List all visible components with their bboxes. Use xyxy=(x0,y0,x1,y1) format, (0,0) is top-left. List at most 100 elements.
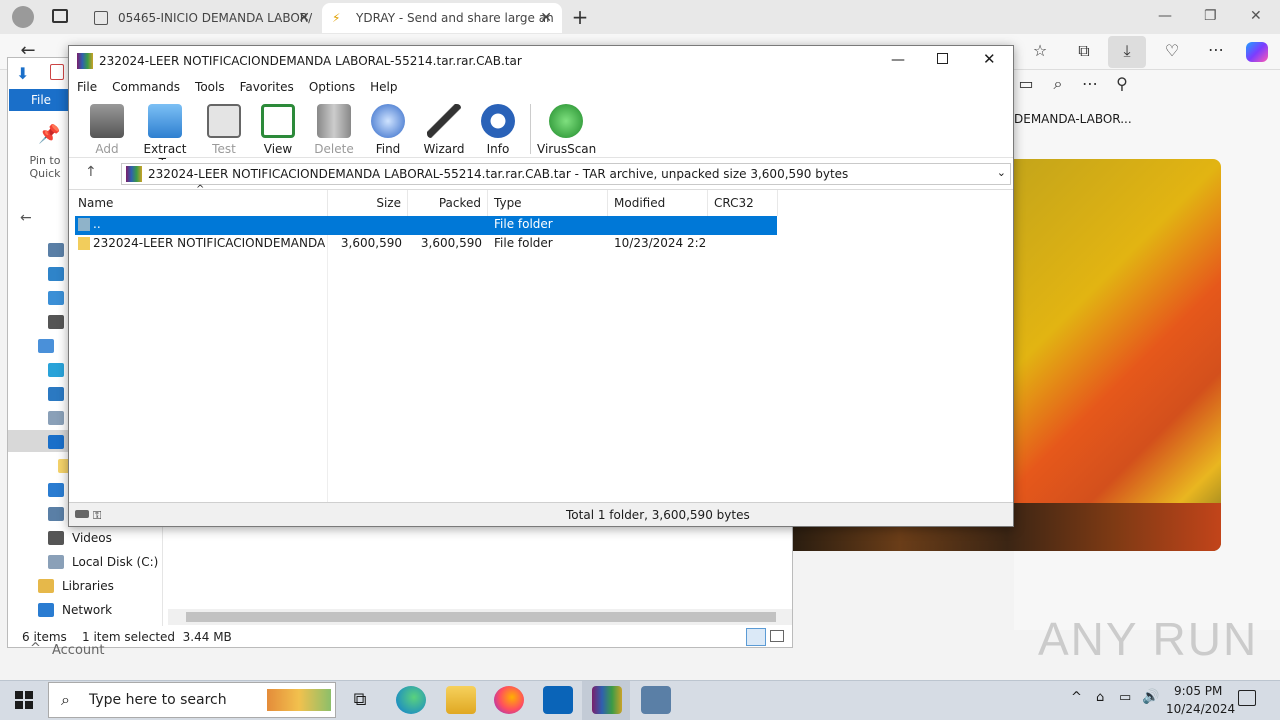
close-tab-icon[interactable]: ✕ xyxy=(540,10,552,26)
col-type[interactable]: Type xyxy=(488,190,608,216)
nav-icon-row xyxy=(38,336,62,356)
col-packed[interactable]: Packed xyxy=(408,190,488,216)
test-button[interactable]: Test xyxy=(196,102,252,156)
menu-file[interactable]: File xyxy=(77,80,97,94)
add-button[interactable]: Add xyxy=(79,102,135,156)
libraries-icon xyxy=(38,579,54,593)
view-book-icon xyxy=(261,104,295,138)
task-view-icon[interactable]: ⧉ xyxy=(345,686,375,714)
horizontal-scrollbar[interactable] xyxy=(168,609,792,625)
account-label[interactable]: Account xyxy=(52,643,105,658)
tray-volume-icon[interactable]: 🔊 xyxy=(1142,689,1159,705)
firefox-icon[interactable] xyxy=(494,686,524,714)
tab-inicio-demanda[interactable]: 05465-INICIO DEMANDA LABOR/ ✕ xyxy=(84,3,320,33)
close-tab-icon[interactable]: ✕ xyxy=(298,10,310,26)
pin-quick-access-label[interactable]: Pin to Quick access xyxy=(16,154,74,182)
notifications-icon[interactable] xyxy=(1238,690,1256,706)
close-window-icon[interactable]: ✕ xyxy=(1250,8,1262,24)
row-name: .. xyxy=(93,217,101,231)
restore-icon[interactable]: ❐ xyxy=(1204,8,1217,24)
virusscan-button[interactable]: VirusScan xyxy=(537,102,597,156)
winrar-toolbar: Add Extract To Test View Delete Find Wiz… xyxy=(69,98,1013,170)
col-size[interactable]: Size xyxy=(328,190,408,216)
explorer-quick-icon[interactable]: ⬇ xyxy=(16,64,29,83)
wizard-button[interactable]: Wizard xyxy=(416,102,472,156)
menu-tools[interactable]: Tools xyxy=(195,80,225,94)
name-column-bg xyxy=(327,216,328,502)
col-crc32[interactable]: CRC32 xyxy=(708,190,778,216)
pin-quick-access-icon[interactable]: 📌 xyxy=(38,124,60,145)
browser-essentials-icon[interactable]: ♡ xyxy=(1160,41,1184,60)
minimize-icon[interactable]: — xyxy=(891,52,905,68)
nav-item-libraries[interactable]: Libraries xyxy=(38,576,114,596)
collections-icon[interactable]: ⧉ xyxy=(1072,41,1096,61)
menu-commands[interactable]: Commands xyxy=(112,80,180,94)
remote-desktop-icon[interactable] xyxy=(641,686,671,714)
nav-item-videos[interactable]: Videos xyxy=(48,528,112,548)
file-explorer-icon[interactable] xyxy=(446,686,476,714)
add-archive-icon xyxy=(90,104,124,138)
menu-options[interactable]: Options xyxy=(309,80,355,94)
nav-label: Local Disk (C:) xyxy=(72,555,159,569)
close-icon[interactable]: ✕ xyxy=(983,50,996,68)
tool-label: VirusScan xyxy=(537,142,597,156)
delete-button[interactable]: Delete xyxy=(306,102,362,156)
more-options-icon[interactable]: ⋯ xyxy=(1078,74,1102,93)
start-icon[interactable] xyxy=(15,691,33,709)
details-view-icon[interactable] xyxy=(746,628,766,646)
tray-network-icon[interactable]: ⌂ xyxy=(1096,690,1104,705)
winrar-taskbar-icon[interactable] xyxy=(592,686,622,714)
tray-display-icon[interactable]: ▭ xyxy=(1119,690,1131,705)
tray-chevron-icon[interactable]: ^ xyxy=(1071,690,1082,705)
col-modified[interactable]: Modified xyxy=(608,190,708,216)
browser-tabbar: 05465-INICIO DEMANDA LABOR/ ✕ ⚡ YDRAY - … xyxy=(0,0,1280,34)
pin-icon[interactable]: ⚲ xyxy=(1110,74,1134,93)
table-row[interactable]: 232024-LEER NOTIFICACIONDEMANDA L... 3,6… xyxy=(75,235,777,254)
table-row[interactable]: .. File folder xyxy=(75,216,777,235)
tab-actions-icon[interactable] xyxy=(52,9,68,23)
scrollbar-thumb[interactable] xyxy=(186,612,776,622)
clock-date[interactable]: 10/24/2024 xyxy=(1166,702,1235,716)
chevron-down-icon[interactable]: ⌄ xyxy=(997,166,1006,179)
open-folder-icon[interactable]: ▭ xyxy=(1014,74,1038,93)
find-button[interactable]: Find xyxy=(360,102,416,156)
maximize-icon[interactable] xyxy=(937,53,948,64)
find-magnifier-icon xyxy=(371,104,405,138)
new-tab-icon[interactable]: + xyxy=(568,5,592,29)
file-tab[interactable]: File xyxy=(9,89,73,111)
explorer-status-bar: 6 items 1 item selected 3.44 MB xyxy=(8,626,794,648)
more-icon[interactable]: ⋯ xyxy=(1204,40,1228,59)
key-icon: ⚿ xyxy=(93,509,102,522)
minimize-icon[interactable]: — xyxy=(1158,8,1172,24)
folder-icon xyxy=(78,237,90,250)
outlook-icon[interactable] xyxy=(543,686,573,714)
search-downloads-icon[interactable]: ⌕ xyxy=(1046,74,1070,94)
row-packed: 3,600,590 xyxy=(420,236,482,250)
menu-help[interactable]: Help xyxy=(370,80,397,94)
taskbar-search[interactable]: ⌕ Type here to search xyxy=(48,682,336,718)
profile-avatar[interactable] xyxy=(12,6,34,28)
up-folder-icon[interactable]: ↑ xyxy=(85,164,97,180)
nav-item-network[interactable]: Network xyxy=(38,600,112,620)
view-button[interactable]: View xyxy=(250,102,306,156)
tool-label: Delete xyxy=(314,142,354,156)
clock-time[interactable]: 9:05 PM xyxy=(1174,684,1222,698)
tab-ydray[interactable]: ⚡ YDRAY - Send and share large an ✕ xyxy=(322,3,562,33)
ydray-logo-icon: ⚡ xyxy=(332,11,341,25)
disk-icon xyxy=(48,555,64,569)
explorer-back-icon[interactable]: ← xyxy=(20,210,32,226)
download-item-name[interactable]: DEMANDA-LABOR... xyxy=(1014,112,1132,126)
menu-favorites[interactable]: Favorites xyxy=(240,80,294,94)
archive-path-field[interactable]: 232024-LEER NOTIFICACIONDEMANDA LABORAL-… xyxy=(121,163,1011,185)
nav-item-local-disk[interactable]: Local Disk (C:) xyxy=(48,552,158,572)
search-icon: ⌕ xyxy=(61,690,70,709)
winrar-path-bar: ↑ 232024-LEER NOTIFICACIONDEMANDA LABORA… xyxy=(69,160,1013,188)
copilot-icon[interactable] xyxy=(1246,42,1268,62)
favorites-icon[interactable]: ☆ xyxy=(1028,41,1052,60)
edge-icon[interactable] xyxy=(396,686,426,714)
large-icons-view-icon[interactable] xyxy=(770,630,784,642)
download-icon[interactable]: ⤓ xyxy=(1115,41,1139,61)
explorer-check-icon[interactable] xyxy=(50,64,64,80)
tab-title: 05465-INICIO DEMANDA LABOR/ xyxy=(118,11,313,25)
info-button[interactable]: Info xyxy=(470,102,526,156)
